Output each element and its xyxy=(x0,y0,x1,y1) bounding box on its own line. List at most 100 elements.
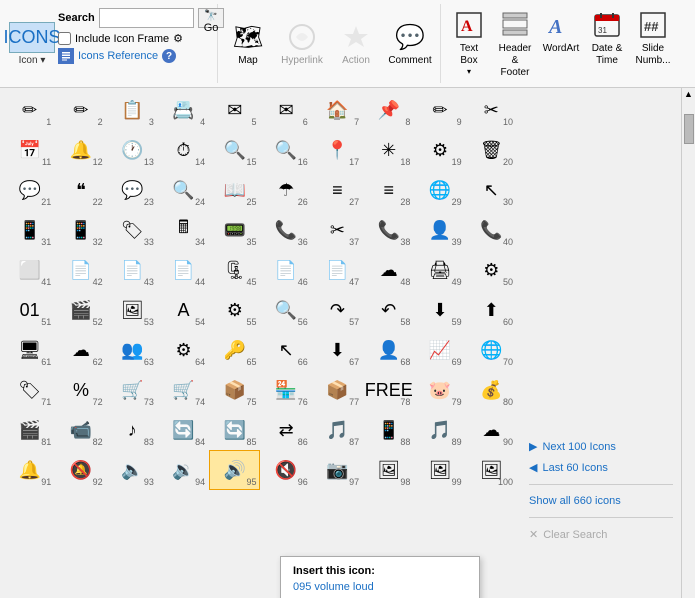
next-100-link[interactable]: ▶ Next 100 Icons xyxy=(529,438,673,455)
show-all-link[interactable]: Show all 660 icons xyxy=(529,493,673,509)
icon-cell-27[interactable]: ≡27 xyxy=(312,170,363,210)
icon-cell-46[interactable]: 📄46 xyxy=(260,250,311,290)
icon-cell-31[interactable]: 📱31 xyxy=(4,210,55,250)
icon-cell-2[interactable]: ✏2 xyxy=(55,90,106,130)
icon-cell-39[interactable]: 👤39 xyxy=(414,210,465,250)
icon-cell-87[interactable]: 🎵87 xyxy=(312,410,363,450)
icon-cell-22[interactable]: ❝22 xyxy=(55,170,106,210)
icon-cell-57[interactable]: ↷57 xyxy=(312,290,363,330)
icon-cell-30[interactable]: ↖30 xyxy=(466,170,517,210)
icon-cell-86[interactable]: ⇄86 xyxy=(260,410,311,450)
icon-cell-69[interactable]: 📈69 xyxy=(414,330,465,370)
icon-cell-15[interactable]: 🔍15 xyxy=(209,130,260,170)
action-button[interactable]: Action xyxy=(332,17,380,70)
icon-cell-38[interactable]: 📞38 xyxy=(363,210,414,250)
last-60-link[interactable]: ◀ Last 60 Icons xyxy=(529,459,673,476)
icon-cell-96[interactable]: 🔇96 xyxy=(260,450,311,490)
clear-search-link[interactable]: ✕ Clear Search xyxy=(529,526,673,543)
icon-cell-24[interactable]: 🔍24 xyxy=(158,170,209,210)
icon-cell-98[interactable]: 🖼98 xyxy=(363,450,414,490)
icon-cell-77[interactable]: 📦77 xyxy=(312,370,363,410)
header-footer-button[interactable]: Header& Footer xyxy=(493,4,537,84)
icon-cell-26[interactable]: ☂26 xyxy=(260,170,311,210)
icon-cell-21[interactable]: 💬21 xyxy=(4,170,55,210)
icon-cell-93[interactable]: 🔈93 xyxy=(107,450,158,490)
icon-cell-99[interactable]: 🖼99 xyxy=(414,450,465,490)
icon-cell-29[interactable]: 🌐29 xyxy=(414,170,465,210)
icon-cell-17[interactable]: 📍17 xyxy=(312,130,363,170)
icon-cell-34[interactable]: 🖩34 xyxy=(158,210,209,250)
icon-cell-44[interactable]: 📄44 xyxy=(158,250,209,290)
icon-cell-54[interactable]: A54 xyxy=(158,290,209,330)
icon-cell-47[interactable]: 📄47 xyxy=(312,250,363,290)
icon-cell-10[interactable]: ✂10 xyxy=(466,90,517,130)
icon-cell-6[interactable]: ✉6 xyxy=(260,90,311,130)
icon-cell-66[interactable]: ↖66 xyxy=(260,330,311,370)
icon-cell-43[interactable]: 📄43 xyxy=(107,250,158,290)
icon-cell-48[interactable]: ☁48 xyxy=(363,250,414,290)
icon-cell-89[interactable]: 🎵89 xyxy=(414,410,465,450)
icon-cell-50[interactable]: ⚙50 xyxy=(466,250,517,290)
icon-cell-45[interactable]: 🗜45 xyxy=(209,250,260,290)
icon-cell-11[interactable]: 📅11 xyxy=(4,130,55,170)
icon-cell-9[interactable]: ✏9 xyxy=(414,90,465,130)
date-time-button[interactable]: 31 Date &Time xyxy=(585,4,629,72)
icon-cell-83[interactable]: ♪83 xyxy=(107,410,158,450)
icon-cell-84[interactable]: 🔄84 xyxy=(158,410,209,450)
icon-cell-90[interactable]: ☁90 xyxy=(466,410,517,450)
slide-number-button[interactable]: ## SlideNumb... xyxy=(631,4,675,72)
icon-cell-19[interactable]: ⚙19 xyxy=(414,130,465,170)
icon-cell-100[interactable]: 🖼100 xyxy=(466,450,517,490)
icon-cell-64[interactable]: ⚙64 xyxy=(158,330,209,370)
comment-button[interactable]: 💬 Comment xyxy=(386,17,434,70)
icons-dropdown[interactable]: Icon ▾ xyxy=(19,55,46,66)
icon-cell-33[interactable]: 🏷33 xyxy=(107,210,158,250)
icon-cell-23[interactable]: 💬23 xyxy=(107,170,158,210)
icon-cell-74[interactable]: 🛒74 xyxy=(158,370,209,410)
icon-cell-16[interactable]: 🔍16 xyxy=(260,130,311,170)
icon-cell-81[interactable]: 🎬81 xyxy=(4,410,55,450)
icon-cell-7[interactable]: 🏠7 xyxy=(312,90,363,130)
icon-cell-60[interactable]: ⬆60 xyxy=(466,290,517,330)
scroll-up-button[interactable]: ▲ xyxy=(682,88,695,100)
icon-cell-49[interactable]: 🖨49 xyxy=(414,250,465,290)
icon-cell-68[interactable]: 👤68 xyxy=(363,330,414,370)
icon-cell-91[interactable]: 🔔91 xyxy=(4,450,55,490)
icon-cell-56[interactable]: 🔍56 xyxy=(260,290,311,330)
icon-cell-40[interactable]: 📞40 xyxy=(466,210,517,250)
icon-cell-20[interactable]: 🗑20 xyxy=(466,130,517,170)
icon-cell-62[interactable]: ☁62 xyxy=(55,330,106,370)
icon-cell-41[interactable]: ⬜41 xyxy=(4,250,55,290)
icons-main-button[interactable]: ICONS xyxy=(9,22,55,53)
icon-cell-53[interactable]: 🖼53 xyxy=(107,290,158,330)
icon-cell-78[interactable]: FREE78 xyxy=(363,370,414,410)
icon-cell-52[interactable]: 🎬52 xyxy=(55,290,106,330)
include-frame-checkbox[interactable] xyxy=(58,32,71,45)
icon-cell-65[interactable]: 🔑65 xyxy=(209,330,260,370)
icon-cell-97[interactable]: 📷97 xyxy=(312,450,363,490)
icon-cell-18[interactable]: ✳18 xyxy=(363,130,414,170)
icon-cell-80[interactable]: 💰80 xyxy=(466,370,517,410)
icon-cell-61[interactable]: 🖥61 xyxy=(4,330,55,370)
icon-cell-94[interactable]: 🔉94 xyxy=(158,450,209,490)
scroll-thumb[interactable] xyxy=(684,114,694,144)
icon-cell-72[interactable]: %72 xyxy=(55,370,106,410)
icon-cell-1[interactable]: ✏1 xyxy=(4,90,55,130)
icon-cell-73[interactable]: 🛒73 xyxy=(107,370,158,410)
help-icon[interactable]: ? xyxy=(162,49,176,63)
icon-cell-3[interactable]: 📋3 xyxy=(107,90,158,130)
icon-cell-71[interactable]: 🏷71 xyxy=(4,370,55,410)
icon-cell-75[interactable]: 📦75 xyxy=(209,370,260,410)
hyperlink-button[interactable]: Hyperlink xyxy=(278,17,326,70)
search-input[interactable] xyxy=(99,8,194,28)
icon-cell-67[interactable]: ⬇67 xyxy=(312,330,363,370)
icon-cell-42[interactable]: 📄42 xyxy=(55,250,106,290)
map-button[interactable]: 🗺 Map xyxy=(224,17,272,70)
scrollbar[interactable]: ▲ xyxy=(681,88,695,598)
icon-cell-13[interactable]: 🕐13 xyxy=(107,130,158,170)
icon-cell-79[interactable]: 🐷79 xyxy=(414,370,465,410)
icon-cell-14[interactable]: ⏱14 xyxy=(158,130,209,170)
icon-cell-51[interactable]: 0151 xyxy=(4,290,55,330)
gear-icon[interactable]: ⚙ xyxy=(173,32,183,45)
icon-cell-88[interactable]: 📱88 xyxy=(363,410,414,450)
